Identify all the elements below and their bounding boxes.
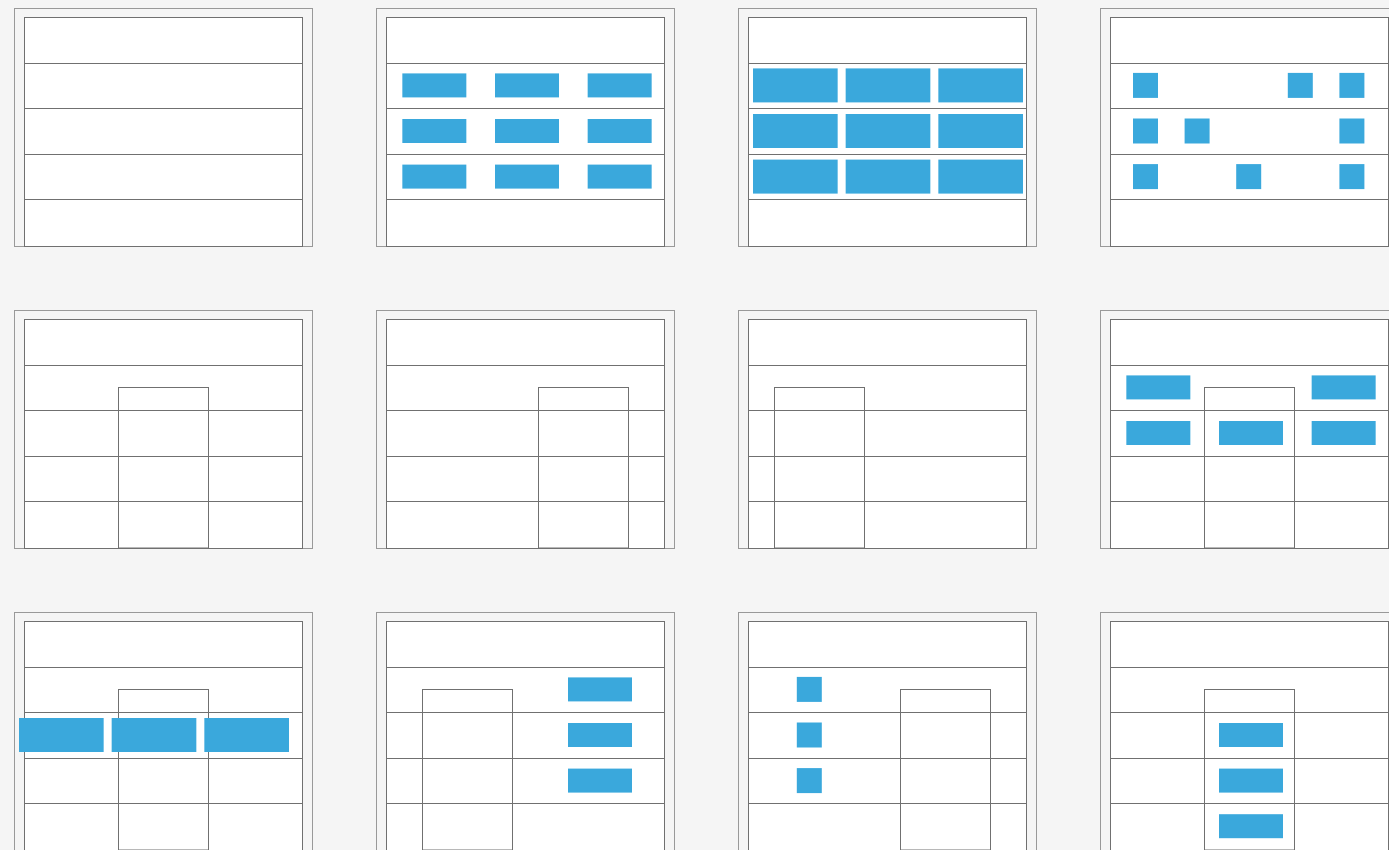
highlight-block [753,159,838,194]
highlight-block [587,73,652,98]
highlight-block [1219,421,1283,445]
highlight-block [845,68,931,103]
highlight-block [19,718,104,752]
highlight-block [1339,118,1365,144]
highlight-block [1133,118,1158,144]
highlight-block [845,159,931,194]
highlight-block [1311,421,1376,445]
highlight-block [402,164,467,189]
highlight-block [796,722,822,748]
highlight-block [402,73,467,98]
highlight-block [1339,164,1365,190]
highlight-block [1184,118,1210,144]
highlight-block [587,119,652,143]
door-panel [386,319,665,549]
highlight-block [1311,375,1376,400]
highlight-block [753,68,838,103]
door-diagram-grid-padded [376,8,675,247]
highlight-block [1236,164,1262,190]
door-diagram-grid-full [738,8,1037,247]
highlight-block [1126,375,1191,400]
highlight-block [204,718,289,752]
door-diagram-window-right [376,310,675,549]
highlight-block [938,114,1023,148]
door-panel [748,319,1027,549]
highlight-block [1219,723,1283,747]
highlight-block [1339,72,1365,98]
door-diagram-window-right-squares-left [738,612,1037,850]
highlight-block [111,718,197,752]
highlight-block [1133,72,1158,98]
door-diagram-window-center-with-blocks [1100,310,1389,549]
door-diagram-window-left [738,310,1037,549]
highlight-block [1287,72,1313,98]
highlight-block [1126,421,1191,445]
highlight-block [1219,768,1283,793]
highlight-block [495,119,559,143]
door-panel [24,319,303,549]
door-diagram-window-center [14,310,313,549]
highlight-block [845,114,931,148]
highlight-block [568,723,632,747]
highlight-block [587,164,652,189]
highlight-block [495,164,559,189]
highlight-block [568,677,632,702]
highlight-block [568,768,632,793]
door-panel [24,17,303,247]
garage-door-diagram-grid [14,8,1389,850]
door-diagram-window-center-stack [1100,612,1389,850]
highlight-block [1133,164,1158,190]
door-diagram-window-center-band [14,612,313,850]
door-diagram-scattered-squares [1100,8,1389,247]
highlight-block [495,73,559,98]
door-panel [748,621,1027,850]
door-diagram-plain [14,8,313,247]
highlight-block [753,114,838,148]
door-diagram-window-left-blocks-right [376,612,675,850]
highlight-block [796,676,822,702]
highlight-block [938,68,1023,103]
highlight-block [1219,814,1283,839]
highlight-block [402,119,467,143]
highlight-block [938,159,1023,194]
highlight-block [796,768,822,794]
